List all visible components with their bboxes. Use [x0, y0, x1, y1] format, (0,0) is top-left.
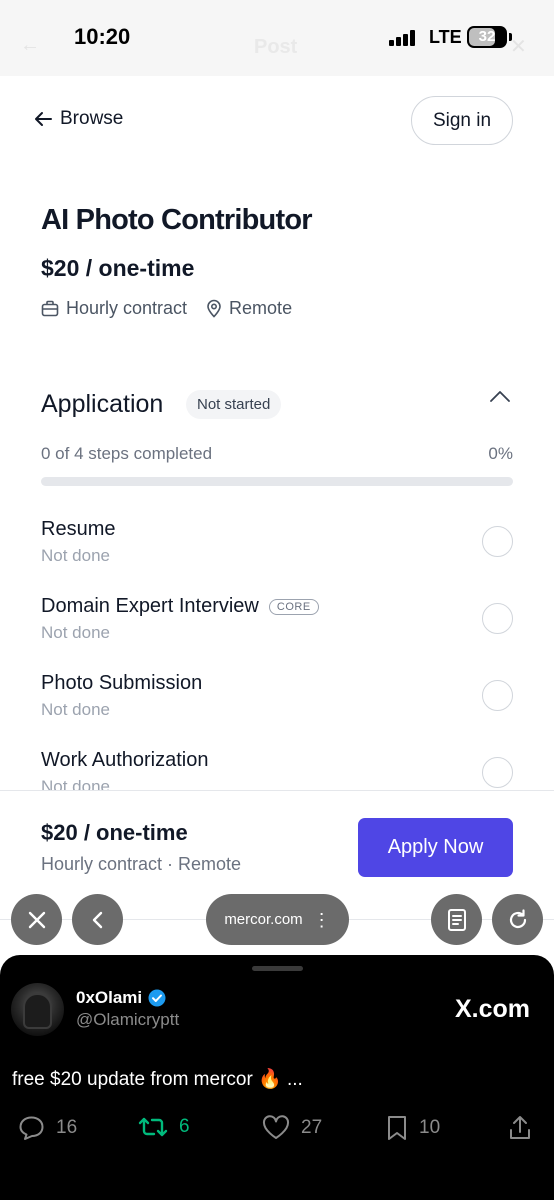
- job-location-label: Remote: [229, 298, 293, 318]
- apply-bar-meta: Hourly contract · Remote: [41, 854, 242, 874]
- tweet-text[interactable]: free $20 update from mercor 🔥 ...: [12, 1067, 303, 1091]
- bookmark-icon: [388, 1116, 406, 1140]
- repost-icon: [138, 1117, 168, 1137]
- step-checkbox[interactable]: [482, 680, 513, 711]
- chevron-up-icon[interactable]: [488, 386, 512, 406]
- ghost-close-icon: ✕: [510, 36, 527, 58]
- more-options-icon[interactable]: ⋮: [313, 911, 331, 929]
- battery-icon: 32: [467, 26, 507, 48]
- share-icon: [510, 1116, 530, 1139]
- repost-button[interactable]: 6: [138, 1115, 190, 1139]
- apply-now-button[interactable]: Apply Now: [358, 818, 513, 877]
- step-status: Not done: [41, 777, 110, 790]
- close-tab-button[interactable]: [11, 894, 62, 945]
- status-time: 10:20: [74, 24, 131, 49]
- x-logo[interactable]: X.com: [455, 995, 530, 1024]
- application-steps: Resume Not done Domain Expert Interview …: [0, 500, 554, 790]
- bookmark-count: 10: [419, 1117, 441, 1138]
- browse-back-link[interactable]: Browse: [34, 108, 123, 130]
- progress-text: 0 of 4 steps completed: [41, 444, 213, 463]
- step-resume[interactable]: Resume Not done: [41, 500, 513, 570]
- apply-bar: $20 / one-time Hourly contract · Remote …: [0, 790, 554, 896]
- step-status: Not done: [41, 623, 110, 642]
- signal-strength-icon: [389, 30, 417, 46]
- share-button[interactable]: [508, 1115, 532, 1141]
- contract-type-label: Hourly contract: [66, 298, 188, 318]
- step-photo-submission[interactable]: Photo Submission Not done: [41, 654, 513, 724]
- contract-type: Hourly contract: [41, 298, 187, 319]
- battery-tip: [509, 33, 512, 41]
- core-tag: CORE: [268, 598, 319, 615]
- step-name: Photo Submission: [41, 672, 203, 694]
- step-checkbox[interactable]: [482, 526, 513, 557]
- tweet-actions: 16 6 27 10: [0, 1115, 554, 1145]
- close-icon: [28, 911, 45, 928]
- progress-percent: 0%: [488, 444, 513, 463]
- repost-count: 6: [179, 1116, 190, 1137]
- display-name: 0xOlami: [76, 988, 143, 1007]
- browse-label: Browse: [60, 108, 124, 129]
- step-checkbox[interactable]: [482, 603, 513, 634]
- reply-button[interactable]: 16: [18, 1115, 77, 1141]
- avatar[interactable]: [11, 983, 64, 1036]
- url-text: mercor.com: [224, 911, 303, 928]
- drag-handle[interactable]: [252, 966, 303, 971]
- chevron-left-icon: [92, 911, 102, 928]
- job-meta: Hourly contract Remote: [41, 298, 311, 319]
- step-checkbox[interactable]: [482, 757, 513, 788]
- reply-count: 16: [56, 1117, 78, 1138]
- bookmark-button[interactable]: 10: [386, 1115, 440, 1141]
- apply-bar-price: $20 / one-time: [41, 820, 188, 845]
- sign-in-button[interactable]: Sign in: [411, 96, 513, 145]
- step-work-authorization[interactable]: Work Authorization Not done: [41, 731, 513, 790]
- tweet-author[interactable]: 0xOlami: [76, 988, 166, 1008]
- url-bar[interactable]: mercor.com ⋮: [206, 894, 349, 945]
- job-price: $20 / one-time: [41, 255, 195, 281]
- location-pin-icon: [207, 299, 221, 318]
- job-location: Remote: [206, 298, 292, 319]
- application-heading: Application: [41, 390, 164, 418]
- status-badge: Not started: [186, 390, 282, 419]
- tweet-card: 0xOlami @Olamicryptt X.com free $20 upda…: [0, 955, 554, 1200]
- step-name: Work Authorization: [41, 749, 209, 771]
- arrow-left-icon: [35, 112, 52, 126]
- verified-badge-icon: [148, 989, 166, 1007]
- reader-icon: [447, 908, 466, 931]
- job-title: AI Photo Contributor: [41, 204, 313, 236]
- briefcase-icon: [41, 300, 59, 317]
- network-type: LTE: [429, 27, 462, 47]
- step-status: Not done: [41, 700, 110, 719]
- ghost-page-title: Post: [254, 36, 298, 58]
- step-domain-expert-interview[interactable]: Domain Expert Interview CORE Not done: [41, 577, 513, 647]
- refresh-button[interactable]: [492, 894, 543, 945]
- progress-bar: [41, 477, 513, 486]
- step-status: Not done: [41, 546, 110, 565]
- like-button[interactable]: 27: [262, 1115, 322, 1140]
- reader-mode-button[interactable]: [431, 894, 482, 945]
- status-bar: ← Post ✕ 10:20 LTE 32: [0, 0, 554, 76]
- reply-icon: [19, 1116, 44, 1140]
- like-count: 27: [301, 1116, 323, 1138]
- step-name: Resume: [41, 518, 116, 540]
- step-name: Domain Expert Interview: [41, 595, 259, 617]
- battery-level: 32: [478, 28, 496, 45]
- user-handle[interactable]: @Olamicryptt: [76, 1010, 179, 1030]
- refresh-icon: [509, 908, 526, 928]
- heart-icon: [262, 1115, 290, 1139]
- browser-back-button[interactable]: [72, 894, 123, 945]
- ghost-back-arrow-icon: ←: [20, 34, 40, 56]
